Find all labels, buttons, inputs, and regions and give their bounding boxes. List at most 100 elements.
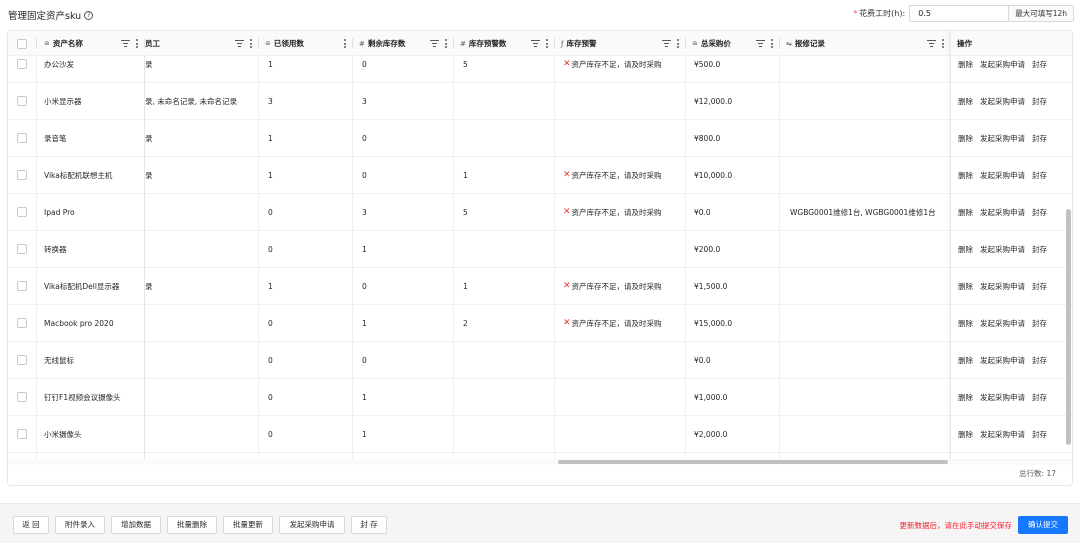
cell-total-price[interactable]: ¥12,000.0 — [686, 83, 779, 119]
more-icon[interactable] — [344, 39, 346, 48]
cell-total-price[interactable]: ¥1,500.0 — [686, 268, 779, 304]
cell-repair[interactable] — [780, 56, 950, 82]
cell-employee[interactable]: 录 — [139, 56, 258, 82]
cell-used[interactable]: 0 — [259, 194, 352, 230]
row-checkbox[interactable] — [17, 59, 27, 69]
cell-threshold[interactable]: 5 — [454, 194, 554, 230]
purchase-request-link[interactable]: 发起采购申请 — [980, 318, 1025, 329]
seal-link[interactable]: 封存 — [1032, 318, 1047, 329]
hours-input[interactable] — [909, 5, 1010, 22]
column-header-name[interactable]: ≘ 资产名称 — [38, 31, 144, 56]
cell-remaining[interactable]: 1 — [353, 416, 453, 452]
row-checkbox[interactable] — [17, 429, 27, 439]
cell-name[interactable]: 钉钉F1视频会议摄像头 — [38, 379, 144, 415]
cell-warning[interactable]: ✕ 资产库存不足，请及时采购 — [555, 305, 685, 341]
cell-threshold[interactable]: 2 — [454, 305, 554, 341]
delete-link[interactable]: 删除 — [958, 318, 973, 329]
cell-warning[interactable] — [555, 83, 685, 119]
cell-repair[interactable] — [780, 83, 950, 119]
column-header-total-price[interactable]: ≘ 总采购价 — [686, 31, 779, 56]
filter-icon[interactable] — [662, 40, 671, 47]
batch-update-button[interactable]: 批量更新 — [223, 516, 273, 534]
cell-name[interactable]: Vika标配机联想主机 — [38, 157, 144, 193]
cell-threshold[interactable] — [454, 83, 554, 119]
cell-employee[interactable]: 录 — [139, 268, 258, 304]
cell-used[interactable]: 0 — [259, 342, 352, 378]
filter-icon[interactable] — [927, 40, 936, 47]
purchase-request-link[interactable]: 发起采购申请 — [980, 59, 1025, 70]
cell-repair[interactable] — [780, 157, 950, 193]
cell-used[interactable]: 1 — [259, 268, 352, 304]
cell-remaining[interactable]: 0 — [353, 56, 453, 82]
cell-repair[interactable] — [780, 120, 950, 156]
cell-repair[interactable] — [780, 416, 950, 452]
delete-link[interactable]: 删除 — [958, 355, 973, 366]
cell-repair[interactable] — [780, 342, 950, 378]
row-checkbox[interactable] — [17, 392, 27, 402]
cell-threshold[interactable] — [454, 416, 554, 452]
more-icon[interactable] — [942, 39, 944, 48]
cell-used[interactable]: 1 — [259, 120, 352, 156]
cell-warning[interactable] — [555, 231, 685, 267]
cell-total-price[interactable]: ¥0.0 — [686, 194, 779, 230]
cell-warning[interactable] — [555, 342, 685, 378]
cell-employee[interactable] — [139, 416, 258, 452]
cell-name[interactable]: 小米显示器 — [38, 83, 144, 119]
cell-remaining[interactable]: 0 — [353, 120, 453, 156]
row-checkbox[interactable] — [17, 133, 27, 143]
cell-threshold[interactable] — [454, 120, 554, 156]
row-checkbox[interactable] — [17, 281, 27, 291]
purchase-request-link[interactable]: 发起采购申请 — [980, 96, 1025, 107]
add-data-button[interactable]: 增加数据 — [111, 516, 161, 534]
select-all-checkbox[interactable] — [17, 38, 27, 49]
seal-link[interactable]: 封存 — [1032, 59, 1047, 70]
cell-warning[interactable] — [555, 379, 685, 415]
purchase-request-link[interactable]: 发起采购申请 — [980, 170, 1025, 181]
cell-employee[interactable]: 录, 未命名记录, 未命名记录 — [139, 83, 258, 119]
seal-link[interactable]: 封存 — [1032, 281, 1047, 292]
delete-link[interactable]: 删除 — [958, 170, 973, 181]
delete-link[interactable]: 删除 — [958, 133, 973, 144]
delete-link[interactable]: 删除 — [958, 392, 973, 403]
more-icon[interactable] — [546, 39, 548, 48]
cell-warning[interactable] — [555, 416, 685, 452]
seal-link[interactable]: 封存 — [1032, 133, 1047, 144]
cell-threshold[interactable] — [454, 342, 554, 378]
column-header-repair[interactable]: ⇋ 报修记录 — [780, 31, 950, 56]
cell-name[interactable]: 录音笔 — [38, 120, 144, 156]
column-header-remaining[interactable]: # 剩余库存数 — [353, 31, 453, 56]
row-checkbox[interactable] — [17, 244, 27, 254]
seal-link[interactable]: 封存 — [1032, 429, 1047, 440]
column-header-threshold[interactable]: # 库存预警数 — [454, 31, 554, 56]
row-checkbox[interactable] — [17, 355, 27, 365]
seal-link[interactable]: 封存 — [1032, 170, 1047, 181]
cell-remaining[interactable]: 0 — [353, 268, 453, 304]
cell-used[interactable]: 0 — [259, 305, 352, 341]
column-header-warning[interactable]: ƒ 库存预警 — [555, 31, 685, 56]
cell-employee[interactable] — [139, 231, 258, 267]
delete-link[interactable]: 删除 — [958, 244, 973, 255]
cell-name[interactable]: 小米摄像头 — [38, 416, 144, 452]
delete-link[interactable]: 删除 — [958, 429, 973, 440]
seal-link[interactable]: 封存 — [1032, 244, 1047, 255]
seal-link[interactable]: 封存 — [1032, 392, 1047, 403]
column-header-employee[interactable]: 员工 — [139, 31, 258, 56]
cell-name[interactable]: 无线鼠标 — [38, 342, 144, 378]
cell-total-price[interactable]: ¥200.0 — [686, 231, 779, 267]
purchase-request-link[interactable]: 发起采购申请 — [980, 355, 1025, 366]
row-checkbox[interactable] — [17, 318, 27, 328]
purchase-request-link[interactable]: 发起采购申请 — [980, 392, 1025, 403]
cell-used[interactable]: 0 — [259, 379, 352, 415]
vertical-scrollbar[interactable] — [1066, 209, 1071, 445]
cell-employee[interactable] — [139, 342, 258, 378]
cell-remaining[interactable]: 1 — [353, 379, 453, 415]
help-icon[interactable]: ? — [84, 10, 94, 20]
cell-repair[interactable]: WGBG0001维修1台, WGBG0001维修1台 — [780, 194, 950, 230]
purchase-request-button[interactable]: 发起采购申请 — [279, 516, 345, 534]
row-checkbox[interactable] — [17, 96, 27, 106]
cell-total-price[interactable]: ¥10,000.0 — [686, 157, 779, 193]
seal-link[interactable]: 封存 — [1032, 355, 1047, 366]
more-icon[interactable] — [677, 39, 679, 48]
filter-icon[interactable] — [531, 40, 540, 47]
cell-total-price[interactable]: ¥0.0 — [686, 342, 779, 378]
